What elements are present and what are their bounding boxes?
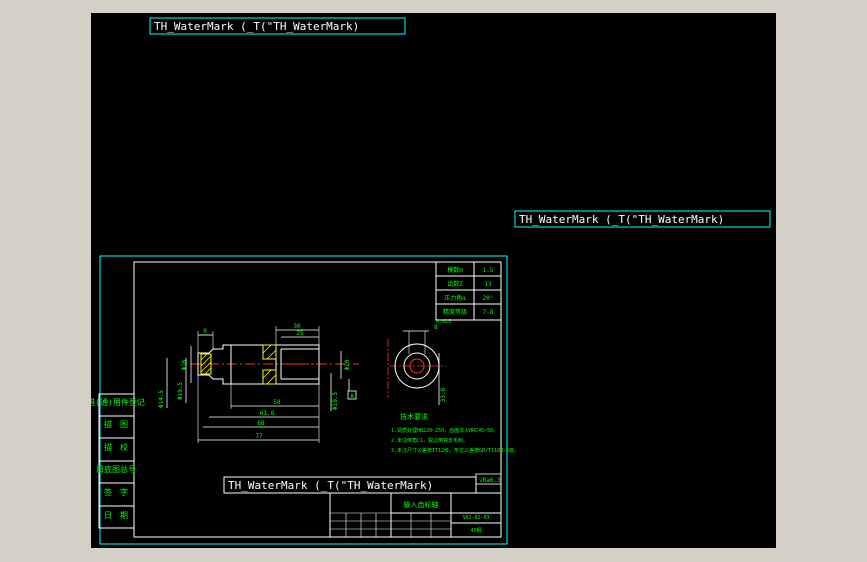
title-part-name: 输入齿轮轴 <box>404 500 439 509</box>
reg-label-3: 旧底图总号 <box>96 464 136 474</box>
reg-label-4: 签 字 <box>104 487 128 497</box>
title-drawing-no: SRJ-02-03 <box>462 515 489 521</box>
registration-column: 借(通)用件登记 描 图 描 校 旧底图总号 签 字 日 期 <box>87 393 145 529</box>
watermark-right-text: TH_WaterMark (_T("TH_WaterMark) <box>519 213 724 226</box>
tech-requirements: 技术要求 1.调质处理HB220~250，齿面淬火HRC45~50。 2.未注倒… <box>391 412 519 454</box>
dim-left-b: Φ14.5 <box>158 390 165 408</box>
reg-label-0: 借(通)用件登记 <box>91 397 145 407</box>
title-block: 输入齿轮轴 SRJ-02-03 45钢 <box>329 492 502 538</box>
gear-param-value-2: 20° <box>483 295 494 302</box>
title-material: 45钢 <box>470 527 481 534</box>
gear-param-label-1: 齿数Z <box>447 280 463 288</box>
roughness-note: √Ra6.3 <box>479 477 501 484</box>
gear-param-label-2: 压力角α <box>444 294 466 302</box>
dim-bottom-68: 68 <box>257 420 265 427</box>
dim-top-25: 25 <box>296 330 304 337</box>
reg-label-5: 日 期 <box>104 511 128 520</box>
gear-parameter-table: 模数m 1.5 齿数Z 13 压力角α 20° 精度等级 7-8 <box>435 261 502 321</box>
gear-param-value-1: 13 <box>484 281 492 288</box>
dimension-lines: 9 30 25 Φ16 Φ14.5 Φ19.5 Φ20 Φ19.5 A 58 6… <box>158 323 357 443</box>
tech-req-item-1: 2.未注倒角C1，锐边倒钝去毛刺。 <box>391 437 468 444</box>
datum-label: A <box>350 393 354 400</box>
dim-side-336: 33.6 <box>440 387 447 402</box>
gear-param-value-0: 1.5 <box>483 267 494 274</box>
dim-top-30: 30 <box>293 323 301 330</box>
drawing-svg: TH_WaterMark (_T("TH_WaterMark) TH_Water… <box>87 17 771 545</box>
dim-tol: 0.025 <box>436 319 451 325</box>
reg-label-1: 描 图 <box>104 419 128 429</box>
dim-bottom-77: 77 <box>255 433 263 440</box>
dim-right-a: Φ20 <box>344 359 351 370</box>
dim-bottom-618: 61.8 <box>260 410 275 417</box>
dim-side-8: 8 <box>434 324 438 331</box>
dim-left-a: Φ16 <box>181 359 188 370</box>
watermark-top-text: TH_WaterMark (_T("TH_WaterMark) <box>154 20 359 33</box>
watermark-right: TH_WaterMark (_T("TH_WaterMark) <box>514 210 771 228</box>
watermark-bottom: TH_WaterMark (_T("TH_WaterMark) <box>223 476 477 494</box>
reg-label-2: 描 校 <box>104 442 128 452</box>
cad-viewport: TH_WaterMark (_T("TH_WaterMark) TH_Water… <box>0 0 867 562</box>
shaft-end-view: 0.025 8 33.6 <box>387 319 451 405</box>
tech-req-item-0: 1.调质处理HB220~250，齿面淬火HRC45~50。 <box>391 427 498 434</box>
gear-param-value-3: 7-8 <box>483 309 494 316</box>
drawing-canvas[interactable]: TH_WaterMark (_T("TH_WaterMark) TH_Water… <box>87 13 776 548</box>
tech-req-title: 技术要求 <box>400 412 428 421</box>
dim-left-c: Φ19.5 <box>177 382 184 400</box>
watermark-top: TH_WaterMark (_T("TH_WaterMark) <box>149 17 406 35</box>
gear-param-label-0: 模数m <box>447 266 463 274</box>
dim-bottom-58: 58 <box>273 399 281 406</box>
gear-param-label-3: 精度等级 <box>443 308 467 316</box>
tech-req-item-2: 3.未注尺寸公差按IT12级，形位公差按GB/T1184-K级。 <box>391 447 519 454</box>
shaft-main-view <box>191 344 359 385</box>
watermark-bottom-text: TH_WaterMark (_T("TH_WaterMark) <box>228 479 433 492</box>
dim-right-b: Φ19.5 <box>332 392 339 410</box>
dim-top-9: 9 <box>203 328 207 335</box>
